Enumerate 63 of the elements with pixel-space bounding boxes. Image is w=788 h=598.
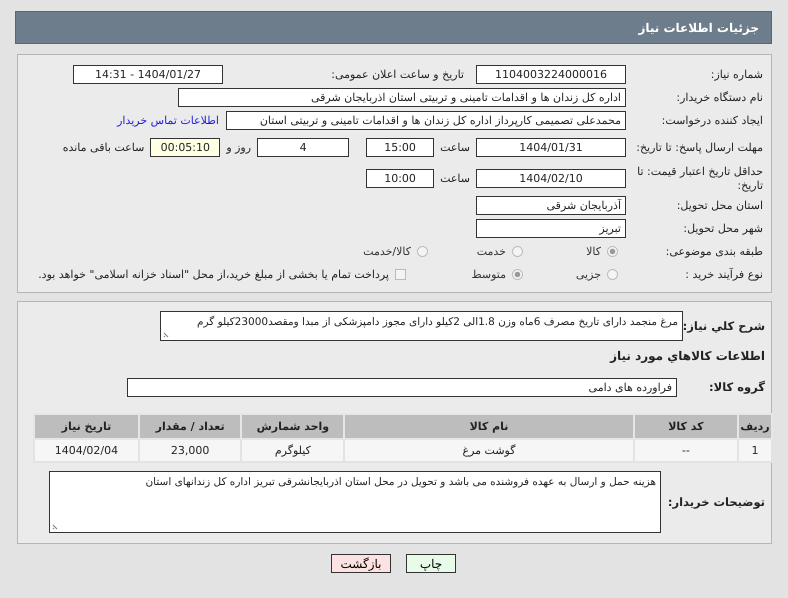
back-button[interactable]: بازگشت: [331, 554, 391, 573]
goods-group-field: فراورده های دامی: [127, 378, 677, 396]
column-header: تعداد / مقدار: [138, 414, 242, 439]
remaining-time-field: 00:05:10: [150, 138, 220, 157]
table-cell: 1404/02/04: [34, 439, 139, 462]
option-label: متوسط: [470, 268, 506, 281]
time-field: 15:00: [366, 138, 434, 157]
radio-button[interactable]: [607, 246, 618, 257]
section-heading: اطلاعات كالاهاي مورد نياز: [608, 349, 766, 365]
days-field: 4: [257, 138, 350, 157]
field-label: توضیحات خریدار:: [666, 495, 766, 509]
checkbox[interactable]: [395, 269, 406, 280]
print-button[interactable]: چاپ: [406, 554, 456, 573]
remaining-label: ساعت باقی مانده: [62, 141, 146, 154]
days-label: روز و: [224, 141, 252, 154]
field-label: تاریخ و ساعت اعلان عمومی:: [330, 68, 465, 81]
field-label: گروه كالا:: [708, 380, 766, 394]
table-cell: 1: [738, 439, 772, 462]
checkbox-label: پرداخت تمام یا بخشی از مبلغ خرید،از محل "اسناد خزانه اسلامی" خواهد بود.: [38, 268, 389, 281]
field-label: حداقل تاریخ اعتبار قیمت: تا تاریخ:: [636, 164, 764, 192]
option-label: جزیی: [574, 268, 601, 281]
field-label: شرح كلي نياز:: [683, 319, 766, 333]
city-field: تبریز: [476, 219, 626, 238]
table-cell: --: [634, 439, 738, 462]
need-number-field: 1104003224000016: [476, 65, 626, 84]
field-label: شهر محل تحویل:: [682, 222, 764, 235]
option-label: خدمت: [476, 245, 506, 258]
contact-link[interactable]: اطلاعات تماس خریدار: [117, 114, 226, 127]
requester-field: محمدعلی تصمیمی کارپرداز اداره کل زندان ها و اقدامات تامینی و تربیتی استان: [226, 111, 626, 130]
province-field: آذربایجان شرقی: [476, 196, 626, 215]
table-cell: کیلوگرم: [241, 439, 344, 462]
time-field: 10:00: [366, 169, 434, 188]
announcement-field: 1404/01/27 - 14:31: [73, 65, 223, 84]
column-header: تاریخ نیاز: [34, 414, 139, 439]
field-label: طبقه بندی موضوعی:: [664, 245, 764, 258]
radio-button[interactable]: [512, 269, 523, 280]
description-text: مرغ منجمد دارای تاریخ مصرف 6ماه وزن 1.8الی 2کیلو دارای مجوز دامپزشکی از مبدا ومقصد23000کیلو گرم: [196, 316, 678, 328]
field-label: شماره نیاز:: [710, 68, 764, 81]
column-header: واحد شمارش: [241, 414, 344, 439]
radio-button[interactable]: [512, 246, 523, 257]
field-label: استان محل تحویل:: [676, 199, 764, 212]
time-label: ساعت: [439, 172, 471, 185]
field-label: ایجاد کننده درخواست:: [660, 114, 764, 127]
buyer-field: اداره کل زندان ها و اقدامات تامینی و تربیتی استان اذربایجان شرقی: [178, 88, 626, 107]
field-label: نوع فرآیند خرید :: [684, 268, 764, 281]
time-label: ساعت: [439, 141, 471, 154]
field-label: مهلت ارسال پاسخ: تا تاریخ:: [635, 140, 764, 154]
table-cell: 23,000: [138, 439, 242, 462]
column-header: ردیف: [738, 414, 772, 439]
page-title: جزئیات اطلاعات نیاز: [638, 20, 759, 34]
column-header: نام کالا: [344, 414, 634, 439]
option-label: کالا: [585, 245, 601, 258]
option-label: کالا/خدمت: [362, 245, 411, 258]
resize-grip-icon: [163, 330, 171, 338]
column-header: کد کالا: [634, 414, 738, 439]
field-label: نام دستگاه خریدار:: [675, 91, 764, 104]
notes-text: هزینه حمل و ارسال به عهده فروشنده می باشد و تحویل در محل استان اذربایجانشرقی تبریز اداره کل زندانهای استان: [145, 476, 656, 488]
date-field: 1404/01/31: [476, 138, 626, 157]
radio-button[interactable]: [417, 246, 428, 257]
resize-grip-icon: [52, 522, 60, 530]
date-field: 1404/02/10: [476, 169, 626, 188]
table-cell: گوشت مرغ: [344, 439, 634, 462]
radio-button[interactable]: [607, 269, 618, 280]
